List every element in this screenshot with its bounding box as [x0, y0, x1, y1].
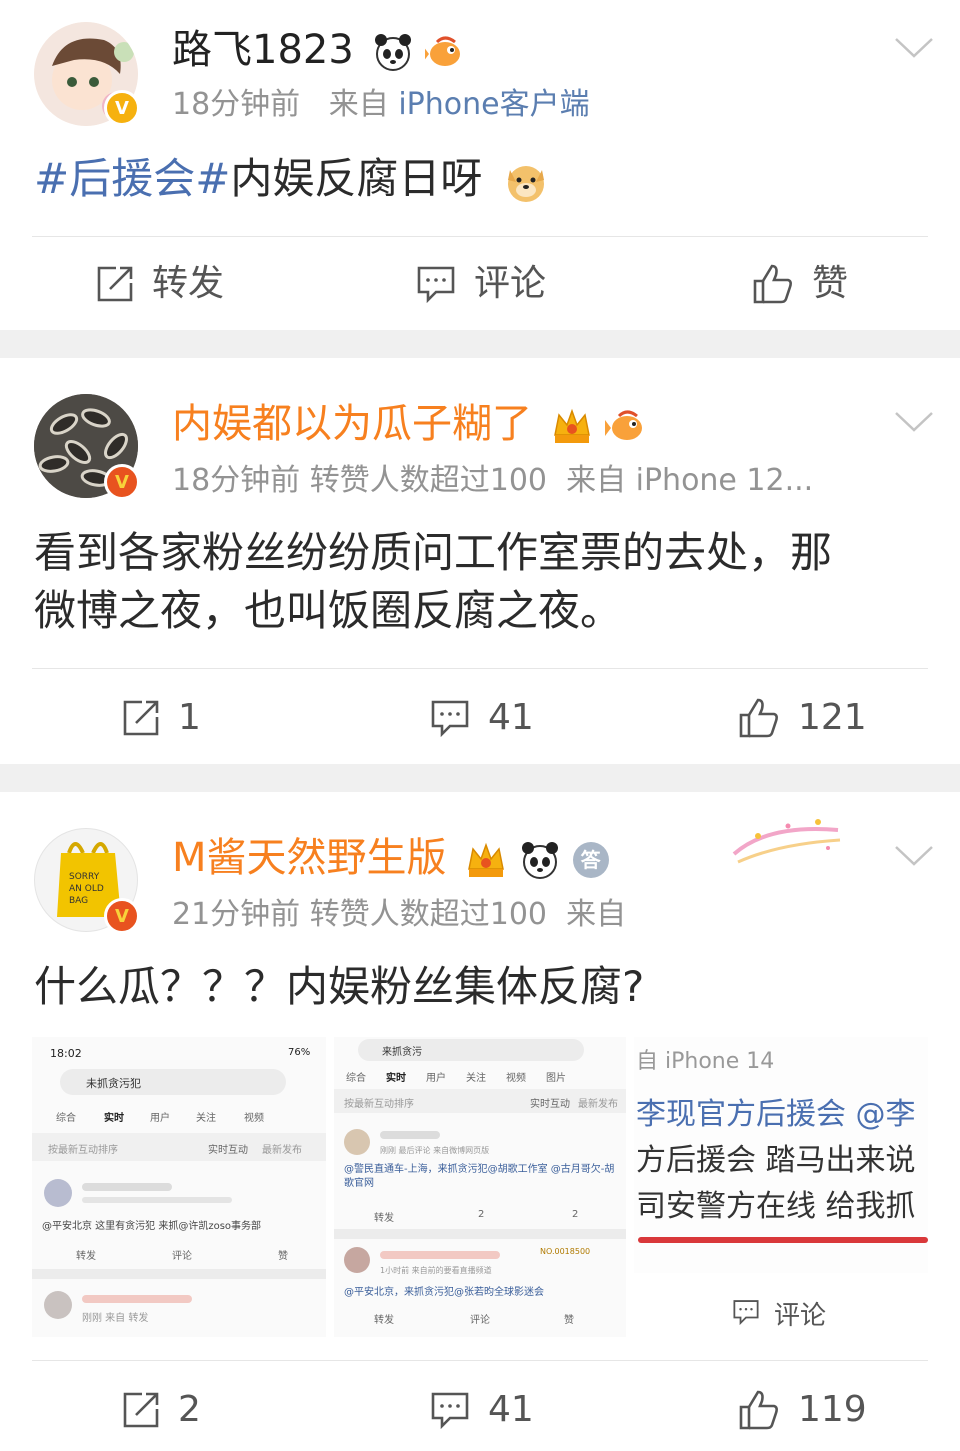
crown-vip-icon [553, 408, 590, 443]
repost-icon [123, 700, 159, 736]
comment-icon [733, 1300, 759, 1325]
like-button[interactable]: 119 [738, 1386, 867, 1434]
post-text: #后援会#内娱反腐日呀 [34, 150, 934, 208]
topic-link[interactable]: #后援会# [34, 154, 230, 203]
svg-text:SORRY: SORRY [69, 872, 100, 882]
source-link[interactable]: iPhone客户端 [398, 87, 589, 122]
fish-icon [605, 410, 643, 440]
post-image[interactable]: 18:02 76% 未抓贪污犯 综合 实时 用户 关注 视频 按最新互动排序 实… [32, 1037, 326, 1337]
post-meta: 18分钟前 转赞人数超过100 来自 iPhone 12... [172, 463, 814, 498]
username[interactable]: 内娱都以为瓜子糊了 [172, 400, 645, 448]
divider [32, 236, 928, 237]
post-text: 什么瓜？？？内娱粉丝集体反腐? [34, 962, 645, 1011]
panda-icon [521, 842, 558, 879]
repost-icon [97, 266, 133, 302]
like-button[interactable]: 121 [738, 694, 867, 742]
svg-text:BAG: BAG [69, 896, 88, 906]
repost-button[interactable]: 1 [122, 694, 201, 742]
thumbs-up-icon [753, 264, 792, 304]
post-separator [0, 330, 960, 358]
divider [32, 1360, 928, 1361]
username[interactable]: M酱天然野生版 答 [172, 834, 609, 882]
comment-button[interactable]: 41 [430, 1386, 534, 1434]
panda-icon [374, 34, 411, 71]
post-card: V 内娱都以为瓜子糊了 18分钟前 转赞人数超过100 来自 iPhone 12… [0, 358, 960, 764]
chevron-down-icon[interactable] [894, 410, 934, 434]
thumbs-up-icon [739, 698, 778, 738]
comment-button[interactable]: 评论 [416, 260, 546, 308]
verified-badge-icon: V [104, 898, 140, 934]
comment-button[interactable]: 41 [430, 694, 534, 742]
post-card: V 路飞1823 18分钟前 来自 iPhone客户端 #后援会#内娱反腐日呀 [0, 0, 960, 330]
comment-icon [431, 1392, 469, 1429]
post-image[interactable]: 自 iPhone 14 李现官方后援会 @李 方后援会 踏马出来说 司安警方在线… [634, 1037, 928, 1337]
post-text: 看到各家粉丝纷纷质问工作室票的去处，那 微博之夜，也叫饭圈反腐之夜。 [34, 528, 833, 635]
post-meta: 21分钟前 转赞人数超过100 来自 [172, 897, 627, 932]
crown-vip-icon [468, 842, 505, 877]
answer-badge-icon: 答 [572, 842, 609, 878]
comment-icon [417, 266, 455, 303]
repost-button[interactable]: 2 [122, 1386, 201, 1434]
source-text: iPhone 12... [635, 463, 814, 498]
divider [32, 668, 928, 669]
username[interactable]: 路飞1823 [172, 26, 465, 74]
svg-text:AN OLD: AN OLD [69, 884, 104, 894]
chevron-down-icon[interactable] [894, 844, 934, 868]
sparkle-decoration [732, 819, 841, 864]
comment-icon [431, 700, 469, 737]
repost-icon [123, 1392, 159, 1428]
post-meta: 18分钟前 来自 iPhone客户端 [172, 87, 590, 122]
doge-emoji-icon [507, 165, 544, 202]
chevron-down-icon[interactable] [894, 36, 934, 60]
like-button[interactable]: 赞 [752, 260, 848, 308]
verified-badge-icon: V [104, 464, 140, 500]
verified-badge-icon: V [104, 90, 140, 126]
post-separator [0, 764, 960, 792]
post-image[interactable]: 来抓贪污 综合 实时 用户 关注 视频 图片 按最新互动排序 实时互动 最新发布… [334, 1037, 626, 1337]
fish-icon [425, 36, 461, 66]
repost-button[interactable]: 转发 [96, 260, 224, 308]
thumbs-up-icon [739, 1390, 778, 1430]
